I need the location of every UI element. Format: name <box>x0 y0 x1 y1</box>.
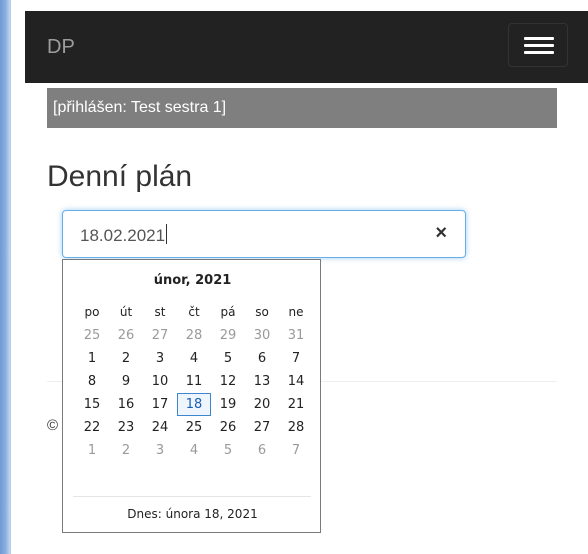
clear-icon[interactable]: × <box>435 222 447 245</box>
menu-bar <box>524 51 554 54</box>
calendar-day[interactable]: 2 <box>109 347 143 370</box>
calendar-day[interactable]: 21 <box>279 393 313 416</box>
calendar-divider <box>73 496 311 497</box>
date-input[interactable]: 18.02.2021 × <box>62 210 466 258</box>
calendar-day[interactable]: 6 <box>245 347 279 370</box>
calendar-day[interactable]: 29 <box>211 324 245 347</box>
weekday-header: ne <box>288 305 304 319</box>
menu-bar <box>524 44 554 47</box>
calendar-day[interactable]: 19 <box>211 393 245 416</box>
calendar-day[interactable]: 13 <box>245 370 279 393</box>
calendar-day-selected[interactable]: 18 <box>177 393 211 416</box>
calendar-day[interactable]: 27 <box>245 416 279 439</box>
weekday-header: pá <box>220 305 236 319</box>
calendar-grid: po út st čt pá so ne 25 26 27 28 29 30 31 1 2 3 4 5 6 7 8 9 10 1… <box>75 301 315 462</box>
menu-bar <box>524 37 554 40</box>
navbar: DP <box>25 11 588 83</box>
calendar-month-label[interactable]: únor, 2021 <box>63 273 322 288</box>
calendar-day[interactable]: 9 <box>109 370 143 393</box>
calendar-day[interactable]: 30 <box>245 324 279 347</box>
weekday-header: so <box>255 305 269 319</box>
datepicker-popup: únor, 2021 po út st čt pá so ne 25 26 27 28 29 30 31 1… <box>62 259 321 533</box>
calendar-day[interactable]: 3 <box>143 347 177 370</box>
text-caret <box>166 224 168 244</box>
calendar-day[interactable]: 28 <box>177 324 211 347</box>
copyright: © <box>47 417 59 434</box>
calendar-day[interactable]: 26 <box>211 416 245 439</box>
login-status: [přihlášen: Test sestra 1] <box>47 88 557 128</box>
weekday-header: út <box>119 305 133 319</box>
calendar-day[interactable]: 7 <box>279 439 313 462</box>
calendar-day[interactable]: 4 <box>177 439 211 462</box>
calendar-day[interactable]: 27 <box>143 324 177 347</box>
weekday-header: st <box>154 305 166 319</box>
calendar-day[interactable]: 22 <box>75 416 109 439</box>
top-strip <box>11 0 588 11</box>
calendar-day[interactable]: 8 <box>75 370 109 393</box>
calendar-day[interactable]: 28 <box>279 416 313 439</box>
calendar-day[interactable]: 10 <box>143 370 177 393</box>
calendar-day[interactable]: 24 <box>143 416 177 439</box>
calendar-day[interactable]: 23 <box>109 416 143 439</box>
calendar-day[interactable]: 20 <box>245 393 279 416</box>
calendar-day[interactable]: 4 <box>177 347 211 370</box>
calendar-day[interactable]: 25 <box>177 416 211 439</box>
calendar-day[interactable]: 1 <box>75 347 109 370</box>
calendar-day[interactable]: 5 <box>211 347 245 370</box>
calendar-today-button[interactable]: Dnes: února 18, 2021 <box>63 507 322 521</box>
calendar-day[interactable]: 12 <box>211 370 245 393</box>
calendar-day[interactable]: 5 <box>211 439 245 462</box>
navbar-brand[interactable]: DP <box>47 36 75 59</box>
window-left-border <box>0 0 10 554</box>
calendar-day[interactable]: 7 <box>279 347 313 370</box>
calendar-day[interactable]: 15 <box>75 393 109 416</box>
date-input-value-wrap: 18.02.2021 <box>80 224 168 246</box>
weekday-header: po <box>84 305 100 319</box>
calendar-day[interactable]: 2 <box>109 439 143 462</box>
calendar-day[interactable]: 1 <box>75 439 109 462</box>
date-input-value: 18.02.2021 <box>80 226 166 245</box>
calendar-day[interactable]: 25 <box>75 324 109 347</box>
calendar-day[interactable]: 14 <box>279 370 313 393</box>
hamburger-menu-icon[interactable] <box>508 23 568 67</box>
calendar-day[interactable]: 6 <box>245 439 279 462</box>
weekday-header: čt <box>188 305 200 319</box>
calendar-day[interactable]: 31 <box>279 324 313 347</box>
calendar-day[interactable]: 17 <box>143 393 177 416</box>
calendar-day[interactable]: 16 <box>109 393 143 416</box>
page-title: Denní plán <box>47 160 193 193</box>
calendar-day[interactable]: 3 <box>143 439 177 462</box>
page: DP [přihlášen: Test sestra 1] Denní plán… <box>10 0 588 554</box>
calendar-day[interactable]: 26 <box>109 324 143 347</box>
calendar-day[interactable]: 11 <box>177 370 211 393</box>
